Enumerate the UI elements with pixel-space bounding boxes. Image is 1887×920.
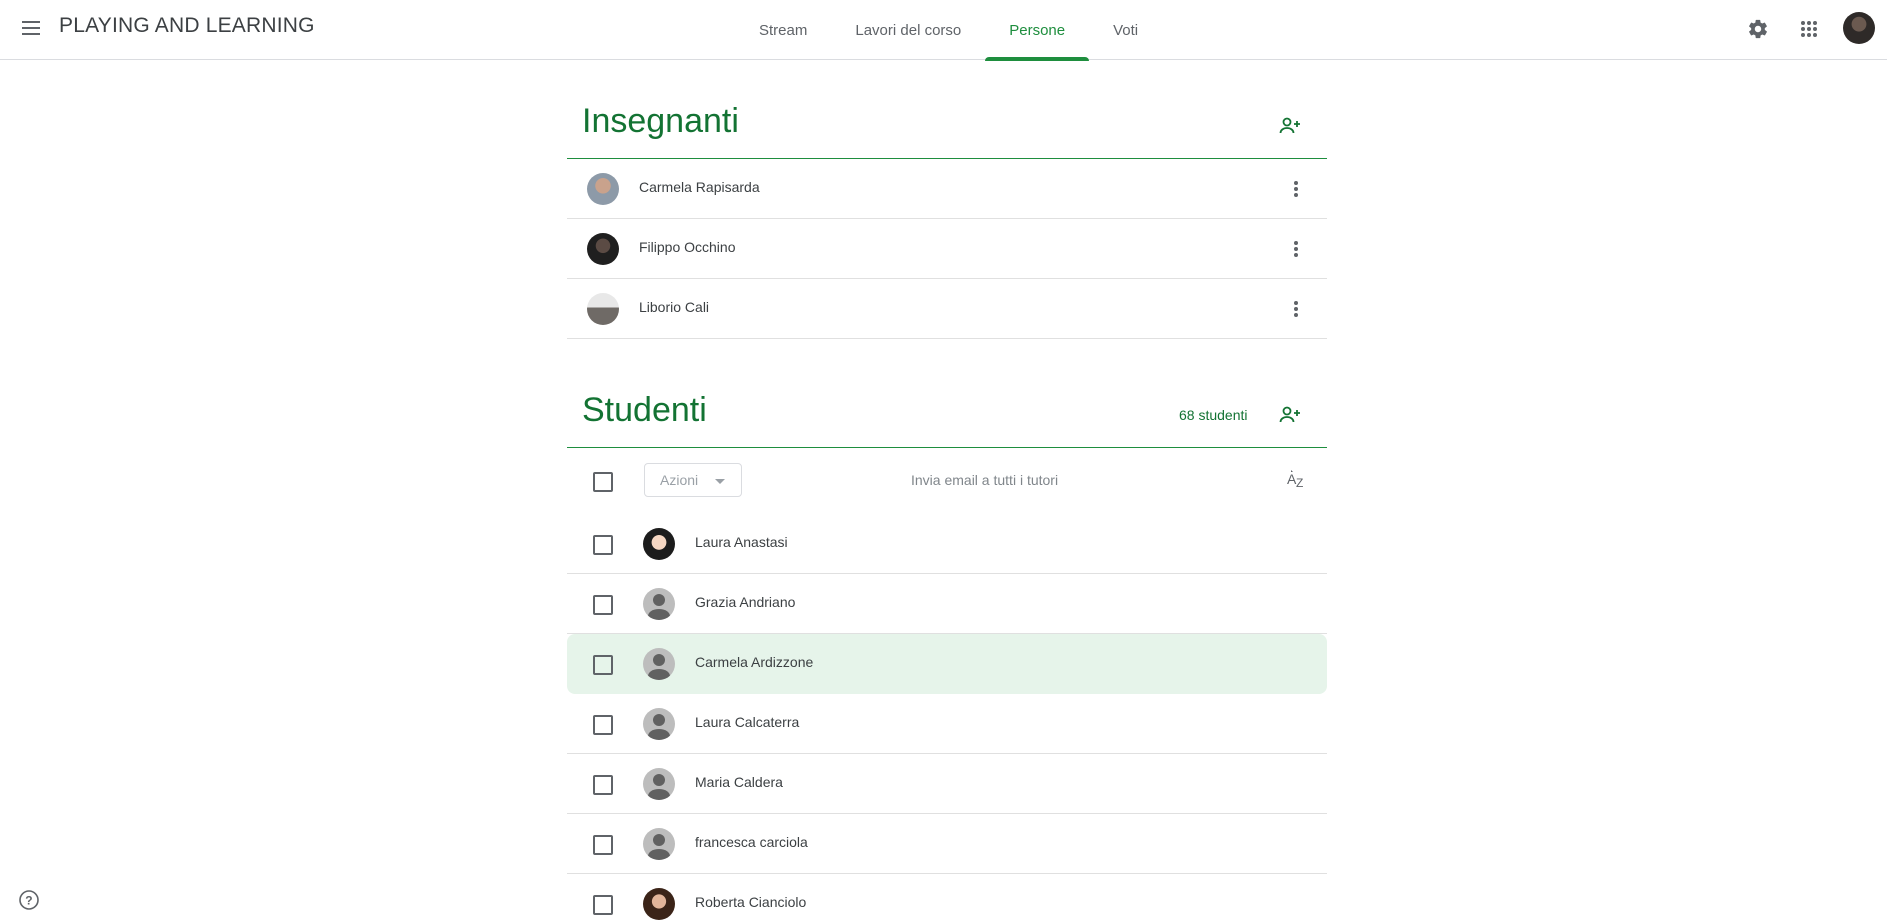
student-name[interactable]: Roberta Cianciolo [695,894,806,910]
teacher-row: Filippo Occhino [567,219,1327,279]
student-avatar [643,708,675,740]
student-row[interactable]: Carmela Ardizzone [567,634,1327,694]
svg-text:?: ? [25,894,32,908]
student-row[interactable]: Laura Calcaterra [567,694,1327,754]
student-checkbox[interactable] [593,835,613,855]
more-vert-icon[interactable] [1281,234,1311,264]
student-avatar [643,768,675,800]
invite-teacher-button[interactable] [1275,111,1305,141]
student-name[interactable]: Laura Calcaterra [695,714,799,730]
teacher-name[interactable]: Carmela Rapisarda [639,179,760,195]
student-name[interactable]: francesca carciola [695,834,808,850]
student-avatar [643,888,675,920]
teachers-title: Insegnanti [582,102,739,140]
teacher-row: Carmela Rapisarda [567,159,1327,219]
teacher-avatar [587,173,619,205]
more-vert-icon[interactable] [1281,174,1311,204]
invite-student-button[interactable] [1275,400,1305,430]
tab-people[interactable]: Persone [985,0,1090,61]
student-avatar [643,828,675,860]
settings-gear-icon[interactable] [1744,15,1772,43]
students-section-header: Studenti 68 studenti [567,385,1327,448]
help-icon[interactable]: ? [18,889,40,911]
student-row[interactable]: Maria Caldera [567,754,1327,814]
teacher-name[interactable]: Filippo Occhino [639,239,736,255]
student-name[interactable]: Maria Caldera [695,774,783,790]
actions-label: Azioni [660,472,699,488]
student-checkbox[interactable] [593,535,613,555]
student-name[interactable]: Grazia Andriano [695,594,795,610]
sort-az-icon[interactable]: AZ [1281,464,1311,494]
account-avatar[interactable] [1843,12,1875,44]
teacher-row: Liborio Cali [567,279,1327,339]
student-name[interactable]: Laura Anastasi [695,534,788,550]
teacher-name[interactable]: Liborio Cali [639,299,709,315]
select-all-checkbox[interactable] [593,472,613,492]
more-vert-icon[interactable] [1281,294,1311,324]
student-checkbox[interactable] [593,715,613,735]
tab-classwork[interactable]: Lavori del corso [831,0,985,60]
menu-icon[interactable] [18,15,44,41]
teacher-avatar [587,233,619,265]
student-checkbox[interactable] [593,895,613,915]
apps-grid-icon[interactable] [1795,15,1823,43]
student-row[interactable]: Laura Anastasi [567,514,1327,574]
class-title[interactable]: PLAYING AND LEARNING [59,14,315,38]
student-checkbox[interactable] [593,655,613,675]
email-all-guardians-link[interactable]: Invia email a tutti i tutori [911,472,1058,488]
chevron-down-icon [715,479,725,484]
top-app-bar: PLAYING AND LEARNING Stream Lavori del c… [0,0,1887,61]
tab-grades[interactable]: Voti [1089,0,1162,60]
teachers-section-header: Insegnanti [567,96,1327,159]
student-row[interactable]: Grazia Andriano [567,574,1327,634]
tab-bar: Stream Lavori del corso Persone Voti [735,0,1162,61]
student-row[interactable]: Roberta Cianciolo [567,874,1327,920]
actions-dropdown[interactable]: Azioni [644,463,742,497]
student-checkbox[interactable] [593,775,613,795]
person-add-icon [1279,406,1300,423]
student-name[interactable]: Carmela Ardizzone [695,654,813,670]
tab-stream[interactable]: Stream [735,0,831,60]
students-title: Studenti [582,391,707,429]
teacher-avatar [587,293,619,325]
student-avatar [643,528,675,560]
student-count: 68 studenti [1179,407,1248,423]
student-avatar [643,648,675,680]
person-add-icon [1279,117,1300,134]
student-checkbox[interactable] [593,595,613,615]
student-row[interactable]: francesca carciola [567,814,1327,874]
student-avatar [643,588,675,620]
svg-text:Z: Z [1296,476,1303,490]
students-toolbar: Azioni Invia email a tutti i tutori AZ [567,452,1327,512]
